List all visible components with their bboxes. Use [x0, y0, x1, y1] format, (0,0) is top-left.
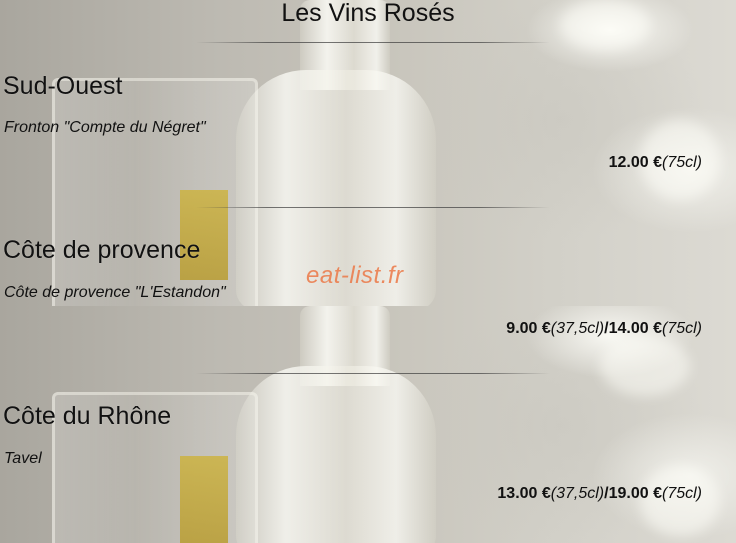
wine-name: Fronton "Compte du Négret" [4, 119, 206, 136]
price-amount: 13.00 € [497, 485, 551, 502]
watermark: eat-list.fr [306, 262, 404, 289]
wine-price: 13.00 €(37,5cl)/19.00 €(75cl) [497, 485, 702, 503]
price-volume: (37,5cl) [550, 320, 605, 337]
region-heading-sud-ouest: Sud-Ouest [3, 72, 123, 100]
wine-price: 12.00 €(75cl) [609, 154, 702, 172]
price-amount: 9.00 € [506, 320, 551, 337]
wine-name: Côte de provence "L'Estandon" [4, 284, 226, 301]
wine-price: 9.00 €(37,5cl)/14.00 €(75cl) [506, 320, 702, 338]
price-amount: 12.00 € [608, 154, 662, 171]
divider [196, 207, 550, 208]
glass-label-image [180, 456, 228, 543]
bokeh-light [600, 336, 690, 396]
price-volume: (75cl) [661, 320, 702, 337]
region-heading-cote-du-rhone: Côte du Rhône [3, 402, 172, 430]
price-volume: (75cl) [661, 154, 702, 171]
divider [196, 373, 550, 374]
bottle-image [236, 366, 436, 543]
price-volume: (75cl) [661, 485, 702, 502]
price-amount: 14.00 € [608, 320, 662, 337]
page-title: Les Vins Rosés [281, 0, 455, 27]
divider [196, 42, 550, 43]
price-volume: (37,5cl) [550, 485, 605, 502]
price-amount: 19.00 € [608, 485, 662, 502]
wine-name: Tavel [4, 450, 42, 467]
glass-label-image [180, 190, 228, 280]
region-heading-cote-de-provence: Côte de provence [3, 236, 201, 264]
